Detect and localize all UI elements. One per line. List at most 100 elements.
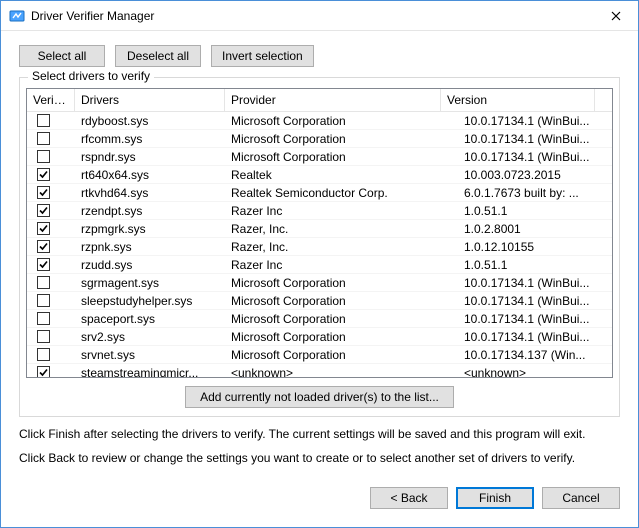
driver-cell: rfcomm.sys: [75, 132, 225, 146]
provider-cell: Razer, Inc.: [225, 222, 458, 236]
verify-cell: [27, 168, 75, 181]
verify-checkbox[interactable]: [37, 330, 50, 343]
provider-cell: <unknown>: [225, 366, 458, 378]
verify-cell: [27, 150, 75, 163]
table-row[interactable]: sleepstudyhelper.sysMicrosoft Corporatio…: [27, 292, 612, 310]
verify-cell: [27, 330, 75, 343]
provider-cell: Microsoft Corporation: [225, 294, 458, 308]
driver-cell: rspndr.sys: [75, 150, 225, 164]
verify-checkbox[interactable]: [37, 366, 50, 377]
close-icon: [611, 11, 621, 21]
verify-cell: [27, 204, 75, 217]
table-row[interactable]: rfcomm.sysMicrosoft Corporation10.0.1713…: [27, 130, 612, 148]
listview-body[interactable]: rdyboost.sysMicrosoft Corporation10.0.17…: [27, 112, 612, 377]
verify-checkbox[interactable]: [37, 312, 50, 325]
table-row[interactable]: rspndr.sysMicrosoft Corporation10.0.1713…: [27, 148, 612, 166]
version-cell: 1.0.12.10155: [458, 240, 612, 254]
version-cell: 10.0.17134.1 (WinBui...: [458, 294, 612, 308]
table-row[interactable]: rt640x64.sysRealtek10.003.0723.2015: [27, 166, 612, 184]
add-not-loaded-drivers-button[interactable]: Add currently not loaded driver(s) to th…: [185, 386, 454, 408]
close-button[interactable]: [593, 1, 638, 30]
verify-cell: [27, 186, 75, 199]
listview-header: Verify? Drivers Provider Version: [27, 89, 612, 112]
verify-cell: [27, 348, 75, 361]
provider-cell: Realtek Semiconductor Corp.: [225, 186, 458, 200]
table-row[interactable]: rzpnk.sysRazer, Inc.1.0.12.10155: [27, 238, 612, 256]
provider-cell: Realtek: [225, 168, 458, 182]
verify-checkbox[interactable]: [37, 186, 50, 199]
verify-checkbox[interactable]: [37, 276, 50, 289]
deselect-all-button[interactable]: Deselect all: [115, 45, 201, 67]
provider-cell: Microsoft Corporation: [225, 276, 458, 290]
select-all-button[interactable]: Select all: [19, 45, 105, 67]
window-title: Driver Verifier Manager: [31, 9, 593, 23]
provider-cell: Razer Inc: [225, 204, 458, 218]
table-row[interactable]: srv2.sysMicrosoft Corporation10.0.17134.…: [27, 328, 612, 346]
version-cell: 10.0.17134.1 (WinBui...: [458, 312, 612, 326]
provider-cell: Razer, Inc.: [225, 240, 458, 254]
version-cell: 6.0.1.7673 built by: ...: [458, 186, 612, 200]
version-cell: 10.0.17134.1 (WinBui...: [458, 132, 612, 146]
verify-checkbox[interactable]: [37, 294, 50, 307]
provider-cell: Microsoft Corporation: [225, 114, 458, 128]
version-cell: 1.0.2.8001: [458, 222, 612, 236]
verify-checkbox[interactable]: [37, 240, 50, 253]
verify-checkbox[interactable]: [37, 132, 50, 145]
table-row[interactable]: sgrmagent.sysMicrosoft Corporation10.0.1…: [27, 274, 612, 292]
driver-cell: sleepstudyhelper.sys: [75, 294, 225, 308]
verify-checkbox[interactable]: [37, 204, 50, 217]
titlebar: Driver Verifier Manager: [1, 1, 638, 31]
cancel-button[interactable]: Cancel: [542, 487, 620, 509]
group-legend: Select drivers to verify: [28, 69, 154, 83]
verify-checkbox[interactable]: [37, 150, 50, 163]
verify-cell: [27, 312, 75, 325]
version-cell: 1.0.51.1: [458, 204, 612, 218]
table-row[interactable]: rzendpt.sysRazer Inc1.0.51.1: [27, 202, 612, 220]
column-header-drivers[interactable]: Drivers: [75, 89, 225, 111]
help-text-2: Click Back to review or change the setti…: [19, 449, 620, 467]
table-row[interactable]: rdyboost.sysMicrosoft Corporation10.0.17…: [27, 112, 612, 130]
verify-cell: [27, 222, 75, 235]
provider-cell: Microsoft Corporation: [225, 150, 458, 164]
column-header-version[interactable]: Version: [441, 89, 595, 111]
version-cell: 10.0.17134.1 (WinBui...: [458, 330, 612, 344]
driver-cell: rzendpt.sys: [75, 204, 225, 218]
drivers-listview: Verify? Drivers Provider Version rdyboos…: [26, 88, 613, 378]
table-row[interactable]: rtkvhd64.sysRealtek Semiconductor Corp.6…: [27, 184, 612, 202]
verify-checkbox[interactable]: [37, 222, 50, 235]
verify-cell: [27, 240, 75, 253]
add-button-row: Add currently not loaded driver(s) to th…: [26, 378, 613, 408]
driver-cell: rzpnk.sys: [75, 240, 225, 254]
driver-cell: rt640x64.sys: [75, 168, 225, 182]
driver-cell: rtkvhd64.sys: [75, 186, 225, 200]
table-row[interactable]: rzpmgrk.sysRazer, Inc.1.0.2.8001: [27, 220, 612, 238]
back-button[interactable]: < Back: [370, 487, 448, 509]
finish-button[interactable]: Finish: [456, 487, 534, 509]
column-header-verify[interactable]: Verify?: [27, 89, 75, 111]
help-text-1: Click Finish after selecting the drivers…: [19, 425, 620, 443]
verify-cell: [27, 132, 75, 145]
toolbar: Select all Deselect all Invert selection: [19, 45, 620, 67]
table-row[interactable]: spaceport.sysMicrosoft Corporation10.0.1…: [27, 310, 612, 328]
app-icon: [9, 8, 25, 24]
verify-checkbox[interactable]: [37, 348, 50, 361]
driver-cell: srv2.sys: [75, 330, 225, 344]
provider-cell: Razer Inc: [225, 258, 458, 272]
verify-cell: [27, 276, 75, 289]
version-cell: 10.0.17134.1 (WinBui...: [458, 114, 612, 128]
column-header-provider[interactable]: Provider: [225, 89, 441, 111]
invert-selection-button[interactable]: Invert selection: [211, 45, 314, 67]
table-row[interactable]: rzudd.sysRazer Inc1.0.51.1: [27, 256, 612, 274]
version-cell: <unknown>: [458, 366, 612, 378]
table-row[interactable]: srvnet.sysMicrosoft Corporation10.0.1713…: [27, 346, 612, 364]
table-row[interactable]: steamstreamingmicr...<unknown><unknown>: [27, 364, 612, 377]
verify-checkbox[interactable]: [37, 114, 50, 127]
footer-buttons: < Back Finish Cancel: [1, 477, 638, 509]
verify-cell: [27, 258, 75, 271]
version-cell: 10.0.17134.1 (WinBui...: [458, 150, 612, 164]
verify-checkbox[interactable]: [37, 168, 50, 181]
drivers-group: Select drivers to verify Verify? Drivers…: [19, 77, 620, 417]
provider-cell: Microsoft Corporation: [225, 132, 458, 146]
provider-cell: Microsoft Corporation: [225, 348, 458, 362]
verify-checkbox[interactable]: [37, 258, 50, 271]
